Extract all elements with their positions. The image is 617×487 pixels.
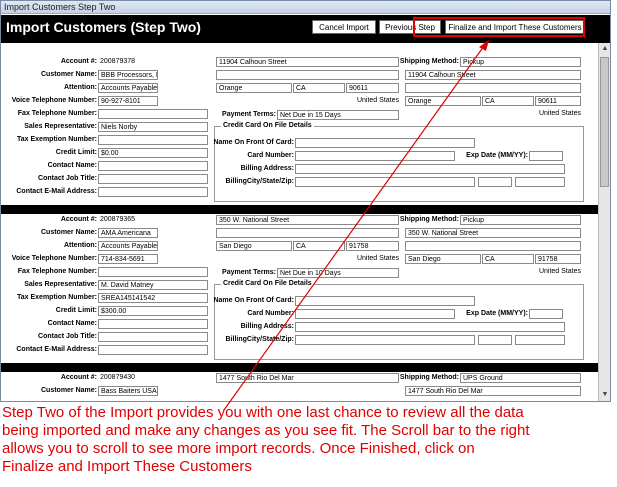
caption-line: being imported and make any changes as y…: [2, 422, 530, 439]
caption-line: Step Two of the Import provides you with…: [2, 404, 524, 421]
caption-line: Finalize and Import These Customers: [2, 458, 252, 475]
instruction-caption: Step Two of the Import provides you with…: [2, 404, 614, 476]
caption-line: allows you to scroll to see more import …: [2, 440, 475, 457]
